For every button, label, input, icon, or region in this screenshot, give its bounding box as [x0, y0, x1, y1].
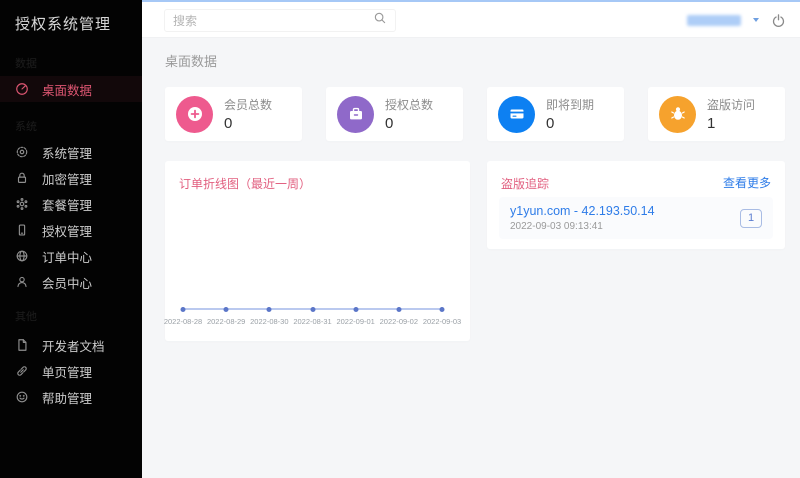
sidebar-item-desktop-data[interactable]: 桌面数据 [0, 76, 142, 102]
search-icon[interactable] [373, 11, 387, 30]
panels-row: 订单折线图（最近一周） 2022-08-28 2022-08-29 2022-0… [165, 161, 785, 341]
chart-point [224, 307, 229, 312]
stat-card-expiring: 即将到期 0 [487, 87, 624, 141]
sidebar-item-label: 会员中心 [42, 273, 92, 292]
x-axis-label: 2022-08-31 [293, 317, 331, 326]
sidebar-item-authorization[interactable]: 授权管理 [0, 217, 142, 243]
stat-label: 会员总数 [224, 96, 272, 113]
piracy-count-badge: 1 [740, 209, 762, 228]
topbar [142, 0, 800, 38]
user-area [687, 2, 786, 38]
page-title: 桌面数据 [165, 51, 217, 70]
sidebar-item-label: 桌面数据 [42, 80, 92, 99]
chart-point [310, 307, 315, 312]
stat-value: 0 [385, 115, 433, 132]
briefcase-icon [337, 96, 374, 133]
chevron-down-icon[interactable] [753, 18, 759, 22]
sidebar-item-label: 单页管理 [42, 362, 92, 381]
search-box [164, 9, 396, 32]
chart-title: 订单折线图（最近一周） [179, 175, 311, 192]
x-axis-label: 2022-09-03 [423, 317, 461, 326]
credit-card-icon [498, 96, 535, 133]
chart-point [440, 307, 445, 312]
sidebar-group-label: 其他 [0, 311, 142, 324]
stat-value: 0 [224, 115, 272, 132]
chart-point [267, 307, 272, 312]
sidebar-item-label: 开发者文档 [42, 336, 105, 355]
sidebar-item-single-page[interactable]: 单页管理 [0, 358, 142, 384]
username-redacted[interactable] [687, 15, 741, 26]
piracy-timestamp: 2022-09-03 09:13:41 [510, 221, 655, 232]
sidebar-item-system[interactable]: 系统管理 [0, 139, 142, 165]
x-axis-label: 2022-08-29 [207, 317, 245, 326]
sidebar-item-label: 系统管理 [42, 143, 92, 162]
x-axis-label: 2022-09-02 [380, 317, 418, 326]
smile-icon [15, 390, 29, 404]
dashboard-icon [15, 82, 29, 96]
globe-icon [15, 249, 29, 263]
piracy-panel-title: 盗版追踪 [501, 175, 549, 192]
search-input[interactable] [173, 14, 373, 28]
piracy-list-item[interactable]: y1yun.com - 42.193.50.14 2022-09-03 09:1… [499, 197, 773, 239]
bug-icon [659, 96, 696, 133]
x-axis-label: 2022-09-01 [336, 317, 374, 326]
piracy-tracking-panel: 盗版追踪 查看更多 y1yun.com - 42.193.50.14 2022-… [487, 161, 785, 249]
piracy-domain-link[interactable]: y1yun.com - 42.193.50.14 [510, 204, 655, 218]
chart-point [353, 307, 358, 312]
sidebar-item-label: 套餐管理 [42, 195, 92, 214]
app-window: 授权系统管理 数据 桌面数据 系统 系统管理 加密管理 套餐管理 [0, 0, 800, 478]
logout-power-button[interactable] [771, 13, 786, 28]
chart-point [396, 307, 401, 312]
sidebar-item-packages[interactable]: 套餐管理 [0, 191, 142, 217]
lock-icon [15, 171, 29, 185]
stat-card-members: 会员总数 0 [165, 87, 302, 141]
stat-label: 授权总数 [385, 96, 433, 113]
chart-point [181, 307, 186, 312]
sidebar-item-label: 加密管理 [42, 169, 92, 188]
x-axis-label: 2022-08-30 [250, 317, 288, 326]
stat-value: 0 [546, 115, 594, 132]
stat-label: 盗版访问 [707, 96, 755, 113]
stat-label: 即将到期 [546, 96, 594, 113]
document-icon [15, 338, 29, 352]
x-axis-label: 2022-08-28 [164, 317, 202, 326]
sidebar-item-help[interactable]: 帮助管理 [0, 384, 142, 410]
stat-card-pirate-visits: 盗版访问 1 [648, 87, 785, 141]
sidebar-item-label: 订单中心 [42, 247, 92, 266]
stat-cards-row: 会员总数 0 授权总数 0 即将到期 0 [165, 87, 785, 141]
plus-circle-icon [176, 96, 213, 133]
view-more-link[interactable]: 查看更多 [723, 174, 771, 191]
mobile-icon [15, 223, 29, 237]
main-content: 桌面数据 会员总数 0 授权总数 0 [142, 39, 800, 478]
link-icon [15, 364, 29, 378]
app-title: 授权系统管理 [0, 0, 142, 34]
package-icon [15, 197, 29, 211]
stat-value: 1 [707, 115, 755, 132]
sidebar-item-label: 帮助管理 [42, 388, 92, 407]
sidebar-group-label: 系统 [0, 121, 142, 134]
stat-card-authorizations: 授权总数 0 [326, 87, 463, 141]
sidebar-item-label: 授权管理 [42, 221, 92, 240]
line-chart: 2022-08-28 2022-08-29 2022-08-30 2022-08… [183, 305, 442, 331]
sidebar: 授权系统管理 数据 桌面数据 系统 系统管理 加密管理 套餐管理 [0, 0, 142, 478]
sidebar-group-label: 数据 [0, 58, 142, 71]
gear-icon [15, 145, 29, 159]
user-icon [15, 275, 29, 289]
sidebar-item-members[interactable]: 会员中心 [0, 269, 142, 295]
sidebar-item-developer-docs[interactable]: 开发者文档 [0, 332, 142, 358]
order-line-chart-panel: 订单折线图（最近一周） 2022-08-28 2022-08-29 2022-0… [165, 161, 470, 341]
sidebar-item-encryption[interactable]: 加密管理 [0, 165, 142, 191]
sidebar-item-orders[interactable]: 订单中心 [0, 243, 142, 269]
